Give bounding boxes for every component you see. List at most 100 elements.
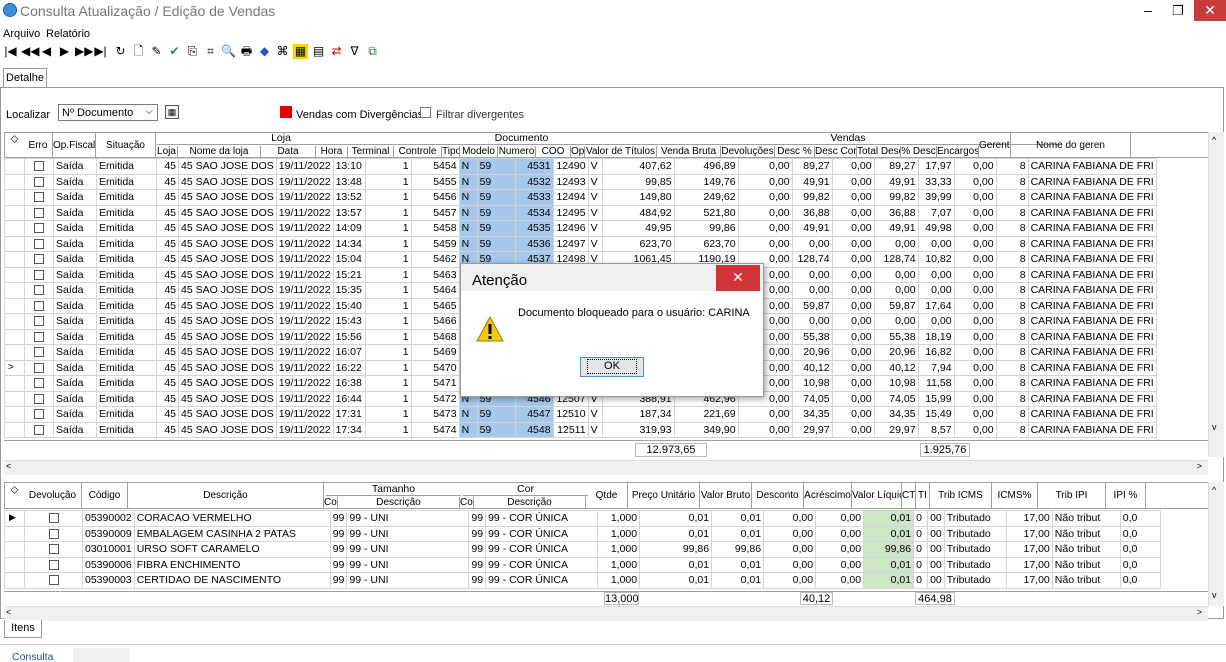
scroll-left-icon[interactable]: < bbox=[6, 461, 11, 471]
sales-row[interactable]: Saída Emitida 45 45 SAO JOSE DOS 19/11/2022 1… bbox=[4, 173, 1157, 190]
scroll-down-icon[interactable]: v bbox=[1212, 590, 1217, 600]
filtrar-divergentes-checkbox[interactable] bbox=[420, 107, 431, 118]
col-header-14[interactable]: Valor de Títulos bbox=[585, 146, 657, 158]
erro-checkbox[interactable] bbox=[34, 207, 44, 218]
erro-checkbox[interactable] bbox=[34, 192, 44, 203]
erro-checkbox[interactable] bbox=[34, 331, 44, 342]
items-vertical-scrollbar[interactable]: ^ v bbox=[1208, 482, 1224, 606]
item-col-header-4[interactable]: Descrição bbox=[338, 497, 460, 509]
erro-checkbox[interactable] bbox=[34, 316, 44, 327]
copy-icon[interactable]: ⎘ bbox=[185, 44, 200, 59]
erro-checkbox[interactable] bbox=[34, 176, 44, 187]
tab-itens[interactable]: Itens bbox=[4, 620, 42, 638]
erro-checkbox[interactable] bbox=[34, 362, 44, 373]
col-header-1[interactable]: Op.Fiscal bbox=[53, 133, 96, 158]
ok-button[interactable]: OK bbox=[580, 357, 644, 377]
col-header-16[interactable]: Devoluções bbox=[721, 146, 775, 158]
row-indicator[interactable] bbox=[4, 541, 25, 558]
confirm-icon[interactable]: ✔ bbox=[167, 44, 182, 59]
erro-checkbox[interactable] bbox=[34, 347, 44, 358]
tag-icon[interactable]: ◆ bbox=[257, 44, 272, 59]
sales-horizontal-scrollbar[interactable]: < > bbox=[4, 460, 1208, 475]
sales-row[interactable]: Saída Emitida 45 45 SAO JOSE DOS 19/11/2022 1… bbox=[4, 235, 1157, 252]
col-header-12[interactable]: COO bbox=[536, 146, 571, 158]
filter-toggle-icon[interactable]: ▦ bbox=[293, 44, 308, 59]
devolucao-checkbox[interactable] bbox=[48, 528, 59, 539]
tools-icon[interactable]: ⌘ bbox=[275, 44, 290, 59]
prior-record-icon[interactable]: ◀ bbox=[39, 44, 54, 59]
col-header-19[interactable]: Total Desc bbox=[857, 146, 901, 158]
item-col-header-17[interactable]: Trib IPI bbox=[1038, 483, 1106, 509]
edit-icon[interactable]: ✎ bbox=[149, 44, 164, 59]
item-col-header-7[interactable]: Qtde bbox=[586, 483, 628, 509]
refresh-icon[interactable]: ↻ bbox=[113, 44, 128, 59]
item-col-header-13[interactable]: CT bbox=[902, 483, 916, 509]
item-col-header-12[interactable]: Valor Líquido bbox=[852, 483, 902, 509]
col-header-11[interactable]: Numero bbox=[498, 146, 536, 158]
item-col-header-11[interactable]: Acréscimo bbox=[804, 483, 852, 509]
item-col-header-14[interactable]: TI bbox=[916, 483, 930, 509]
col-header-4[interactable]: Nome da loja bbox=[178, 146, 261, 158]
filter-icon[interactable]: ∇ bbox=[347, 44, 362, 59]
search-field-select[interactable]: Nº Documento ⌵ bbox=[58, 104, 158, 121]
col-header-22[interactable]: Gerente bbox=[979, 133, 1011, 158]
devolucao-checkbox[interactable] bbox=[48, 575, 59, 586]
sales-row[interactable]: Saída Emitida 45 45 SAO JOSE DOS 19/11/2022 1… bbox=[4, 421, 1157, 438]
erro-checkbox[interactable] bbox=[34, 269, 44, 280]
exit-icon[interactable]: ⧉ bbox=[365, 44, 380, 59]
erro-checkbox[interactable] bbox=[34, 393, 44, 404]
print-icon[interactable]: 🖶 bbox=[239, 44, 254, 59]
item-col-header-8[interactable]: Preço Unitário bbox=[628, 483, 700, 509]
erro-checkbox[interactable] bbox=[34, 223, 44, 234]
item-col-header-5[interactable]: Cod bbox=[460, 497, 474, 509]
dialog-close-button[interactable]: ✕ bbox=[716, 265, 760, 291]
item-col-header-9[interactable]: Valor Bruto bbox=[700, 483, 752, 509]
devolucao-checkbox[interactable] bbox=[48, 544, 59, 555]
item-col-header-10[interactable]: Desconto bbox=[752, 483, 804, 509]
next-record-icon[interactable]: ▶ bbox=[57, 44, 72, 59]
item-col-header-3[interactable]: Cod bbox=[324, 497, 338, 509]
col-header-23[interactable]: Nome do geren bbox=[1011, 133, 1131, 158]
col-header-7[interactable]: Terminal bbox=[348, 146, 394, 158]
last-record-icon[interactable]: ▶| bbox=[93, 44, 108, 59]
items-horizontal-scrollbar[interactable]: < > bbox=[4, 606, 1208, 621]
scroll-right-icon[interactable]: > bbox=[1197, 461, 1202, 471]
item-row[interactable]: 05390009 EMBALAGEM CASINHA 2 PATAS 99 99 - … bbox=[4, 525, 1161, 542]
sales-row[interactable]: Saída Emitida 45 45 SAO JOSE DOS 19/11/2022 1… bbox=[4, 158, 1157, 175]
menu-arquivo[interactable]: Arquivo bbox=[3, 28, 40, 40]
erro-checkbox[interactable] bbox=[34, 300, 44, 311]
close-window-button[interactable]: ✕ bbox=[1194, 0, 1226, 21]
scroll-down-icon[interactable]: v bbox=[1212, 422, 1217, 432]
col-header-0[interactable]: Erro bbox=[24, 133, 53, 158]
item-col-header-18[interactable]: IPI % bbox=[1106, 483, 1146, 509]
col-header-15[interactable]: Venda Bruta bbox=[657, 146, 721, 158]
calendar-icon[interactable]: ▦ bbox=[165, 105, 179, 119]
scroll-left-icon[interactable]: < bbox=[6, 607, 11, 617]
item-row[interactable]: 03010001 URSO SOFT CARAMELO 99 99 - UNI 99 99… bbox=[4, 541, 1161, 558]
sales-row[interactable]: Saída Emitida 45 45 SAO JOSE DOS 19/11/2022 1… bbox=[4, 189, 1157, 206]
col-header-17[interactable]: Desc % bbox=[775, 146, 815, 158]
sales-row[interactable]: Saída Emitida 45 45 SAO JOSE DOS 19/11/2022 1… bbox=[4, 204, 1157, 221]
next-page-icon[interactable]: ▶▶ bbox=[75, 44, 93, 59]
col-header-13[interactable]: Op bbox=[571, 146, 585, 158]
row-indicator[interactable] bbox=[4, 556, 25, 573]
transfer-icon[interactable]: ⇄ bbox=[329, 44, 344, 59]
grid-icon[interactable]: ▤ bbox=[311, 44, 326, 59]
scroll-up-icon[interactable]: ^ bbox=[1212, 135, 1216, 145]
minimize-button[interactable]: – bbox=[1133, 0, 1163, 22]
new-document-icon[interactable]: 🗋 bbox=[131, 44, 146, 59]
erro-checkbox[interactable] bbox=[34, 409, 44, 420]
col-header-21[interactable]: Encargos bbox=[937, 146, 979, 158]
scroll-right-icon[interactable]: > bbox=[1197, 607, 1202, 617]
col-header-18[interactable]: Desc Cort bbox=[815, 146, 857, 158]
preview-icon[interactable]: 🔍 bbox=[221, 44, 236, 59]
menu-relatorio[interactable]: Relatório bbox=[46, 28, 90, 40]
prior-page-icon[interactable]: ◀◀ bbox=[21, 44, 39, 59]
devolucao-checkbox[interactable] bbox=[48, 513, 59, 524]
row-indicator[interactable] bbox=[4, 525, 25, 542]
erro-checkbox[interactable] bbox=[34, 285, 44, 296]
item-col-header-16[interactable]: ICMS% bbox=[992, 483, 1038, 509]
col-header-3[interactable]: Loja bbox=[156, 146, 178, 158]
erro-checkbox[interactable] bbox=[34, 424, 44, 435]
erro-checkbox[interactable] bbox=[34, 238, 44, 249]
